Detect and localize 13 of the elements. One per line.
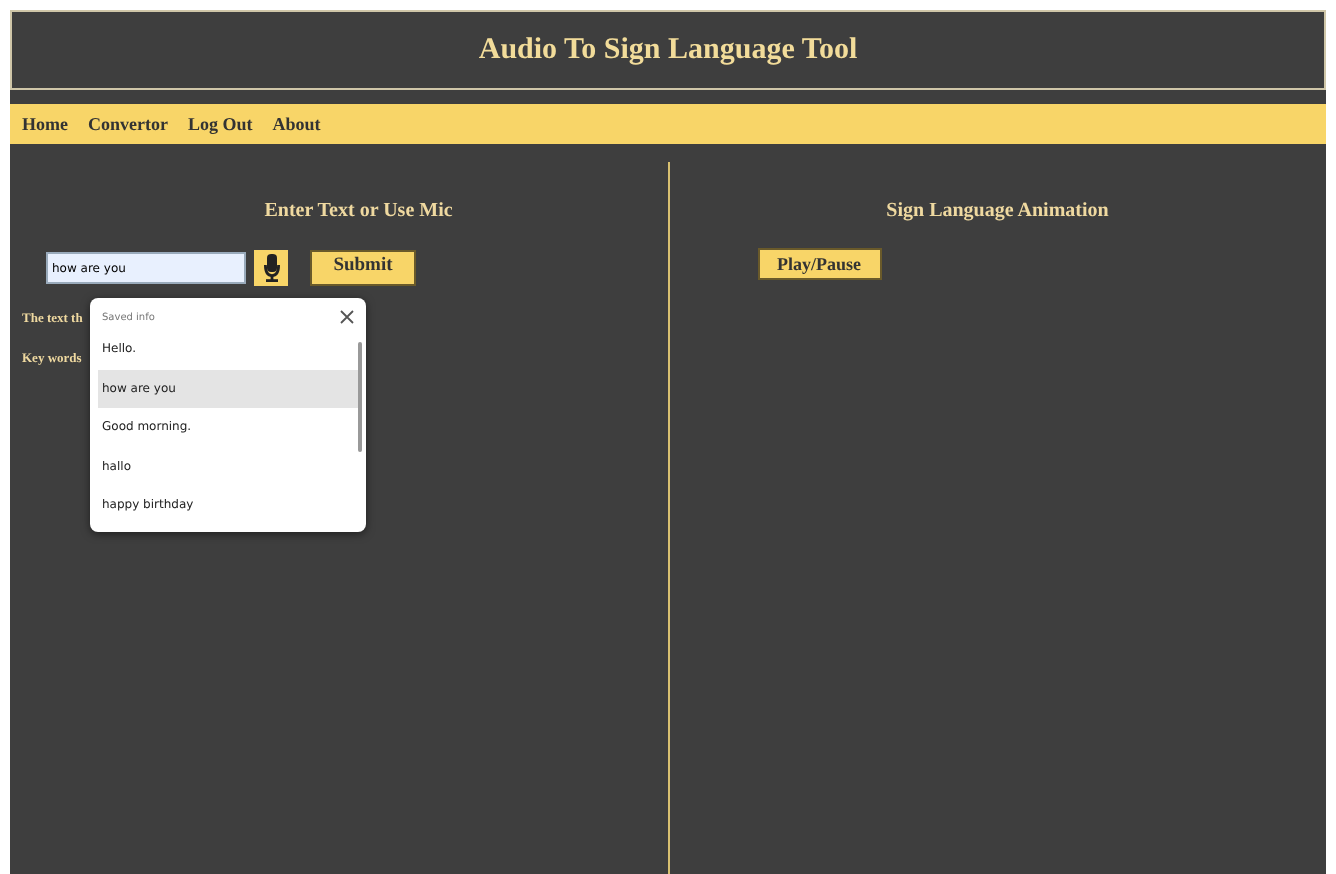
nav-link[interactable]: Home (22, 114, 68, 134)
nav-link[interactable]: About (272, 114, 321, 134)
close-icon[interactable] (340, 310, 354, 324)
section-heading: Enter Text or Use Mic (262, 200, 455, 222)
scrollbar[interactable] (358, 342, 362, 452)
section-heading: Sign Language Animation (884, 200, 1111, 222)
mic-button[interactable] (254, 250, 288, 286)
microphone-icon (263, 254, 279, 282)
submit-button[interactable]: Submit (310, 250, 416, 286)
play-pause-button[interactable]: Play/Pause (757, 248, 881, 280)
page-title: Audio To Sign Language Tool (478, 33, 858, 67)
nav-link[interactable]: Log Out (188, 114, 253, 134)
nav-link[interactable]: Convertor (88, 114, 168, 134)
